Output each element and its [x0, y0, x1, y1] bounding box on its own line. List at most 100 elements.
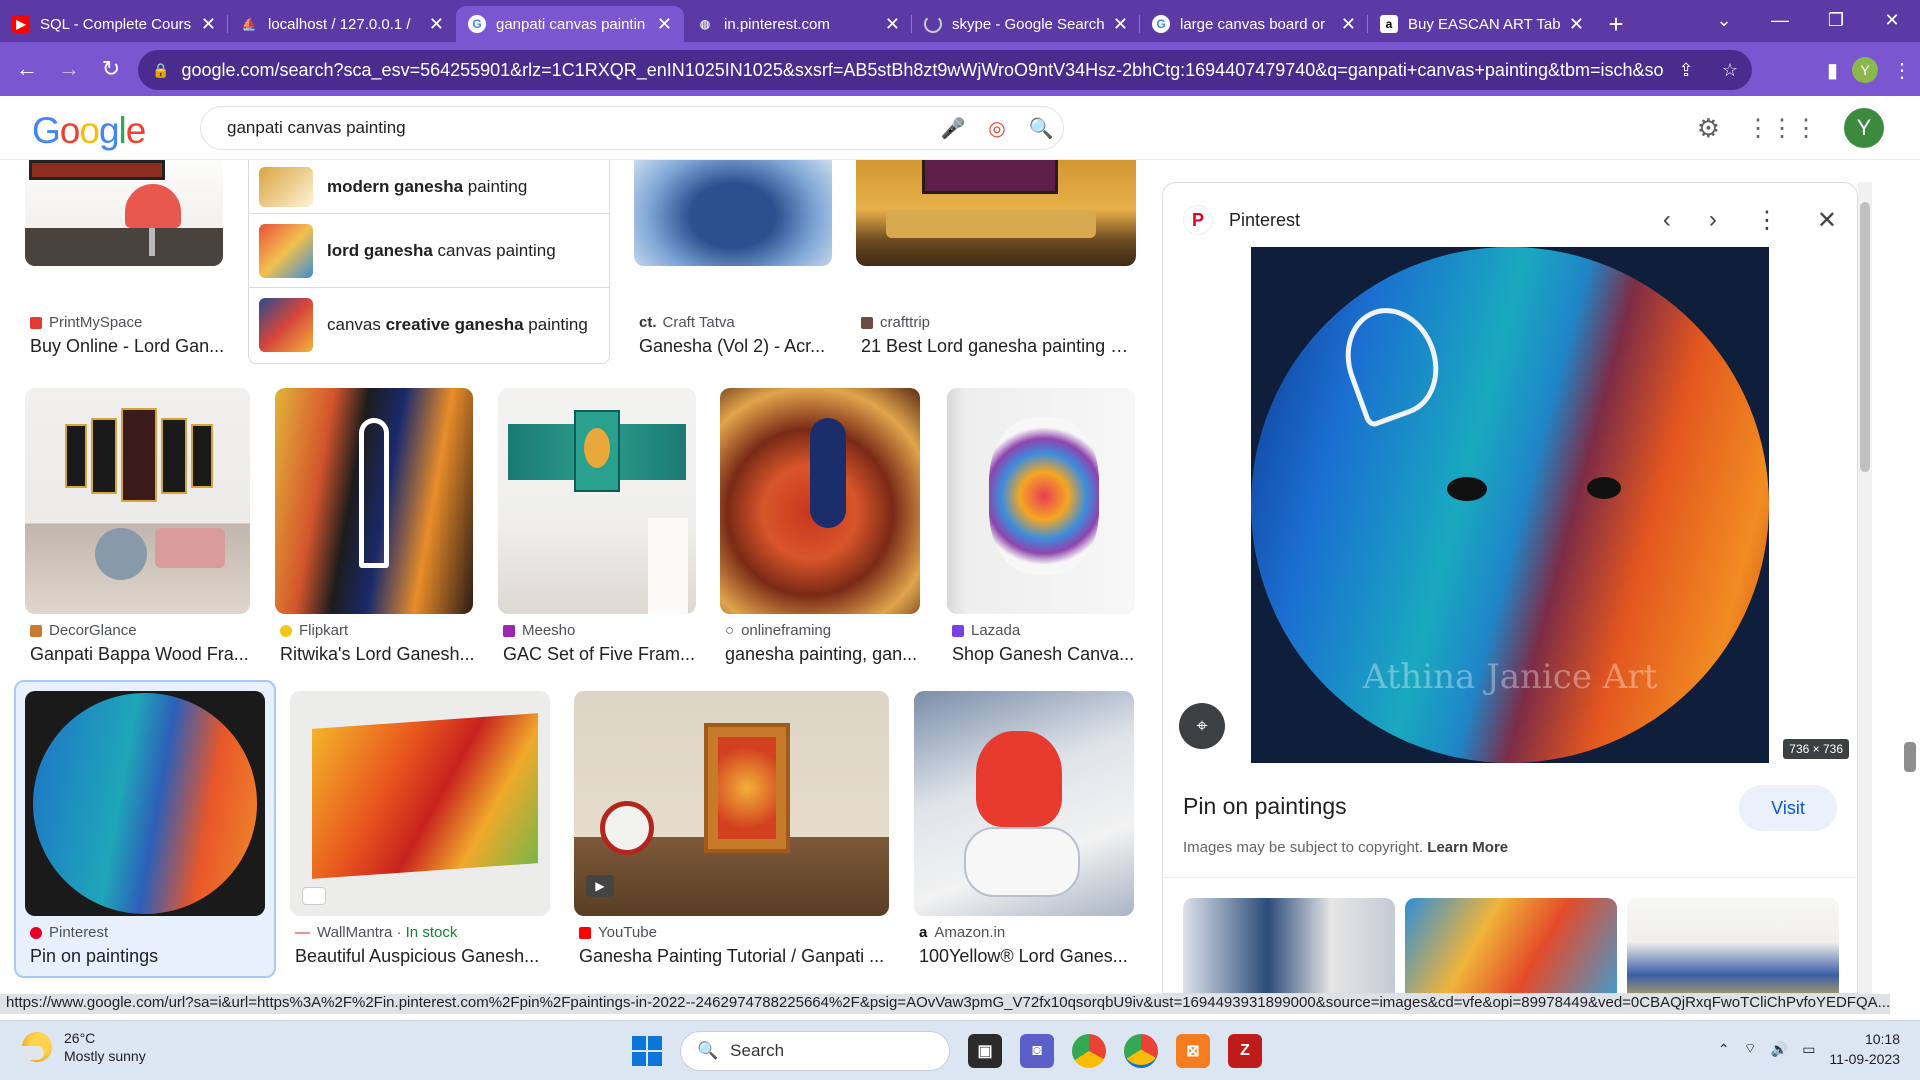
google-logo[interactable]: Google — [32, 110, 146, 152]
tab-skype-search[interactable]: skype - Google Search ✕ — [912, 6, 1140, 42]
taskbar-search[interactable]: 🔍 Search — [680, 1031, 950, 1071]
result-title[interactable]: Buy Online - Lord Gan... — [30, 336, 230, 357]
result-thumbnail[interactable] — [25, 388, 250, 614]
result-thumbnail[interactable] — [914, 691, 1134, 916]
close-icon[interactable]: ✕ — [1817, 206, 1837, 235]
menu-kebab-icon[interactable]: ⋮ — [1892, 58, 1912, 83]
close-tab-icon[interactable]: ✕ — [1341, 14, 1356, 35]
related-search-item[interactable]: canvas creative ganesha painting — [249, 288, 609, 362]
xampp-icon[interactable]: ⊠ — [1176, 1034, 1210, 1068]
account-avatar[interactable]: Y — [1844, 108, 1884, 148]
result-thumbnail[interactable] — [856, 160, 1136, 266]
restore-button[interactable]: ❐ — [1808, 0, 1864, 40]
preview-image[interactable]: Athina Janice Art — [1251, 247, 1769, 763]
related-image[interactable] — [1627, 898, 1839, 993]
result-thumbnail[interactable] — [634, 160, 832, 266]
weather-widget[interactable]: 26°C Mostly sunny — [16, 1029, 146, 1065]
result-title[interactable]: Ganesha (Vol 2) - Acr... — [639, 336, 835, 357]
close-tab-icon[interactable]: ✕ — [1113, 14, 1128, 35]
chrome-profile-icon[interactable] — [1124, 1034, 1158, 1068]
tab-pinterest[interactable]: ◍ in.pinterest.com ✕ — [684, 6, 912, 42]
back-button[interactable]: ← — [6, 48, 48, 90]
close-tab-icon[interactable]: ✕ — [885, 14, 900, 35]
close-tab-icon[interactable]: ✕ — [657, 14, 672, 35]
panel-scrollbar[interactable] — [1858, 182, 1872, 994]
learn-more-link[interactable]: Learn More — [1427, 839, 1508, 856]
forward-button[interactable]: → — [48, 48, 90, 90]
microphone-icon[interactable]: 🎤 — [931, 116, 975, 141]
address-bar[interactable]: 🔒 google.com/search?sca_esv=564255901&rl… — [138, 50, 1752, 90]
lock-icon[interactable]: 🔒 — [152, 62, 169, 79]
result-thumbnail[interactable] — [947, 388, 1135, 614]
result-title[interactable]: 100Yellow® Lord Ganes... — [919, 946, 1133, 967]
page-scrollbar[interactable] — [1900, 160, 1920, 994]
result-thumbnail[interactable] — [720, 388, 920, 614]
related-search-label[interactable]: canvas creative ganesha painting — [327, 315, 588, 335]
battery-icon[interactable]: ▭ — [1802, 1041, 1815, 1058]
volume-icon[interactable]: 🔊 — [1771, 1041, 1788, 1058]
tab-search-icon[interactable]: ⌄ — [1696, 0, 1752, 40]
result-title[interactable]: Ganesha Painting Tutorial / Ganpati ... — [579, 946, 885, 967]
more-options-icon[interactable]: ⋮ — [1755, 206, 1779, 235]
close-window-button[interactable]: ✕ — [1864, 0, 1920, 40]
filezilla-icon[interactable]: Z — [1228, 1034, 1262, 1068]
next-icon[interactable]: › — [1709, 206, 1717, 235]
result-title[interactable]: Ritwika's Lord Ganesh... — [280, 644, 476, 665]
search-input[interactable]: ganpati canvas painting 🎤 ◎ 🔍 — [200, 106, 1064, 150]
teams-chat-icon[interactable]: ◙ — [1020, 1034, 1054, 1068]
minimize-button[interactable]: — — [1752, 0, 1808, 40]
bookmark-star-icon[interactable]: ☆ — [1708, 60, 1752, 81]
profile-avatar[interactable]: Y — [1852, 57, 1878, 83]
tab-amazon[interactable]: a Buy EASCAN ART Tab ✕ — [1368, 6, 1596, 42]
tab-localhost[interactable]: ⛵ localhost / 127.0.0.1 / ✕ — [228, 6, 456, 42]
result-thumbnail[interactable] — [290, 691, 550, 916]
close-tab-icon[interactable]: ✕ — [1569, 14, 1584, 35]
result-title[interactable]: GAC Set of Five Fram... — [503, 644, 697, 665]
lens-search-button[interactable]: ⌖ — [1179, 703, 1225, 749]
related-image[interactable] — [1405, 898, 1617, 993]
result-title[interactable]: Shop Ganesh Canva... — [952, 644, 1138, 665]
previous-icon[interactable]: ‹ — [1663, 206, 1671, 235]
result-thumbnail[interactable] — [25, 691, 265, 916]
result-thumbnail[interactable] — [25, 160, 223, 266]
search-query[interactable]: ganpati canvas painting — [227, 118, 931, 138]
settings-gear-icon[interactable]: ⚙ — [1697, 113, 1720, 144]
result-title[interactable]: ganesha painting, gan... — [725, 644, 921, 665]
tab-canvas-board[interactable]: G large canvas board or ✕ — [1140, 6, 1368, 42]
wifi-icon[interactable]: ⌔ — [1744, 1040, 1757, 1058]
tab-sql[interactable]: ▶ SQL - Complete Cours ✕ — [0, 6, 228, 42]
preview-title[interactable]: Pin on paintings — [1183, 793, 1347, 820]
clock[interactable]: 10:18 11-09-2023 — [1829, 1029, 1900, 1069]
lens-icon[interactable]: ◎ — [975, 116, 1019, 141]
visit-button[interactable]: Visit — [1739, 785, 1837, 831]
related-search-item[interactable]: modern ganesha painting — [249, 160, 609, 214]
related-search-label[interactable]: lord ganesha canvas painting — [327, 241, 556, 261]
preview-source[interactable]: Pinterest — [1229, 210, 1300, 231]
related-search-item[interactable]: lord ganesha canvas painting — [249, 214, 609, 288]
chrome-icon[interactable] — [1072, 1034, 1106, 1068]
address-url[interactable]: google.com/search?sca_esv=564255901&rlz=… — [181, 60, 1664, 81]
result-title[interactable]: Pin on paintings — [30, 946, 266, 967]
search-icon[interactable]: 🔍 — [1019, 116, 1063, 141]
tab-ganpati-search[interactable]: G ganpati canvas paintin ✕ — [456, 6, 684, 42]
reload-button[interactable]: ↻ — [90, 48, 132, 90]
result-thumbnail[interactable]: ▶ — [574, 691, 889, 916]
result-title[interactable]: Ganpati Bappa Wood Fra... — [30, 644, 252, 665]
new-tab-button[interactable]: + — [1596, 6, 1636, 42]
start-button[interactable] — [632, 1036, 662, 1066]
close-tab-icon[interactable]: ✕ — [201, 14, 216, 35]
side-panel-icon[interactable]: ▮ — [1827, 58, 1838, 83]
result-title[interactable]: 21 Best Lord ganesha painting o... — [861, 336, 1133, 357]
result-title[interactable]: Beautiful Auspicious Ganesh... — [295, 946, 549, 967]
task-view-icon[interactable]: ▣ — [968, 1034, 1002, 1068]
close-tab-icon[interactable]: ✕ — [429, 14, 444, 35]
result-thumbnail[interactable] — [275, 388, 473, 614]
result-source: Meesho — [503, 622, 575, 639]
related-search-label[interactable]: modern ganesha painting — [327, 177, 527, 197]
share-icon[interactable]: ⇪ — [1664, 60, 1708, 81]
apps-grid-icon[interactable]: ⋮⋮⋮ — [1746, 114, 1818, 143]
related-thumbnail — [259, 298, 313, 352]
related-image[interactable] — [1183, 898, 1395, 993]
show-hidden-icons-icon[interactable]: ⌃ — [1718, 1041, 1730, 1058]
result-thumbnail[interactable] — [498, 388, 696, 614]
